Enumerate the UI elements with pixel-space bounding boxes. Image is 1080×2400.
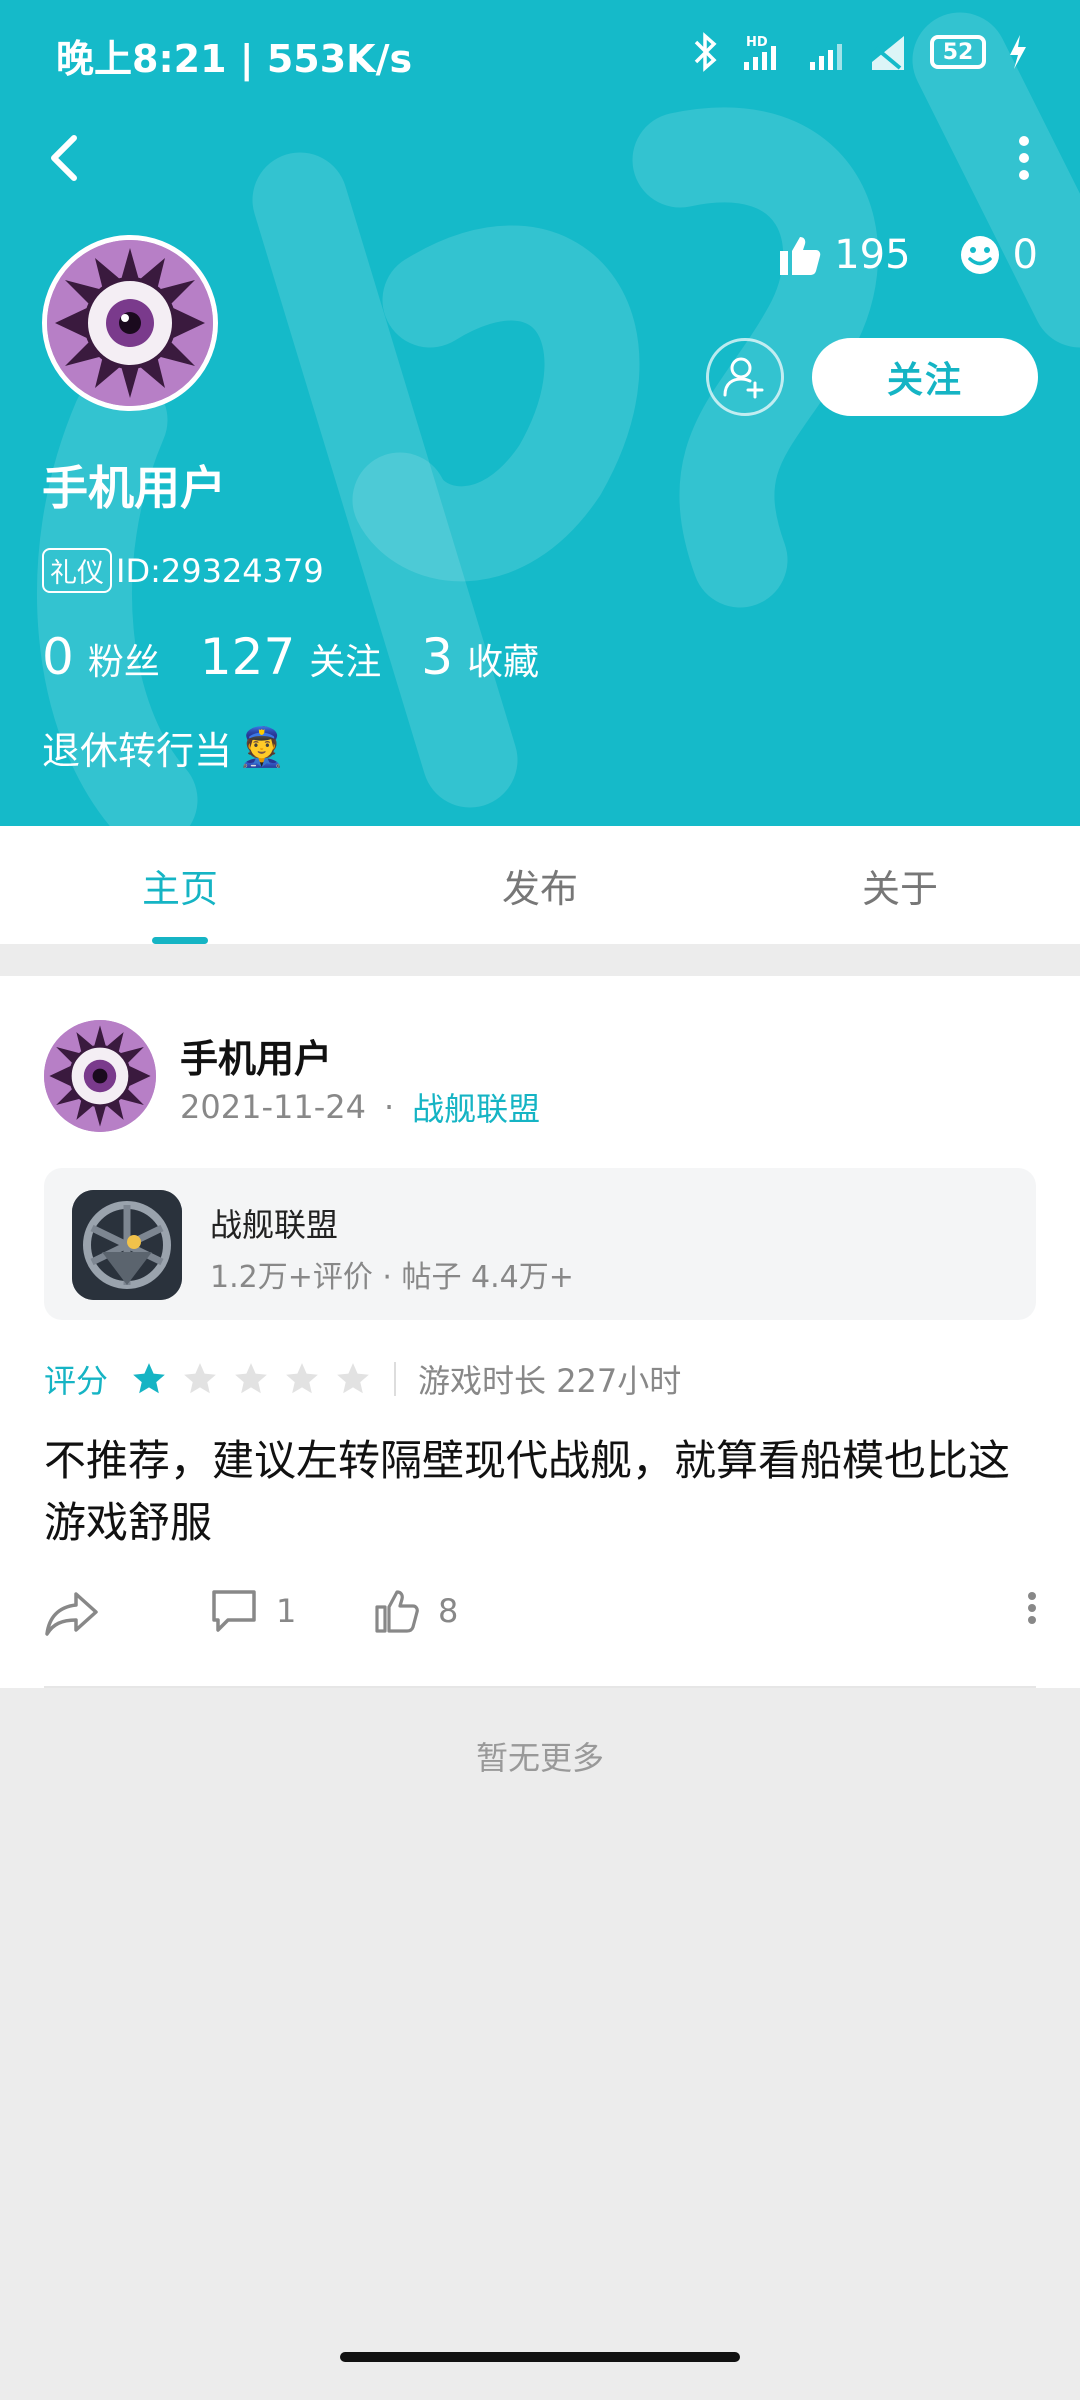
status-time: 晚上8:21 | 553K/s xyxy=(56,37,413,81)
more-vertical-icon[interactable] xyxy=(1004,128,1044,188)
star-empty-icon xyxy=(235,1363,267,1394)
profile-tabs: 主页 发布 关于 xyxy=(0,826,1080,944)
more-vertical-icon xyxy=(1028,1592,1036,1624)
like-count: 8 xyxy=(438,1592,459,1630)
post-more-button[interactable] xyxy=(1024,1588,1040,1628)
tab-about[interactable]: 关于 xyxy=(720,826,1080,944)
share-button[interactable] xyxy=(44,1588,100,1638)
profile-counts: 0 粉丝 127 关注 3 收藏 xyxy=(42,628,539,686)
game-info-card[interactable]: 战舰联盟 1.2万+评价 · 帖子 4.4万+ xyxy=(44,1168,1036,1320)
profile-id-row: 礼仪 ID:29324379 xyxy=(42,548,324,593)
game-name: 战舰联盟 xyxy=(210,1206,339,1244)
playtime: 游戏时长 227小时 xyxy=(418,1362,682,1400)
post-game-tag[interactable]: 战舰联盟 xyxy=(412,1084,540,1130)
thumbs-up-icon xyxy=(780,237,821,275)
comment-button[interactable]: 1 xyxy=(210,1588,296,1634)
card-divider xyxy=(44,1686,1036,1688)
smiles-count: 0 xyxy=(1012,232,1038,278)
eye-avatar-image xyxy=(44,1020,156,1132)
rating-row: 评分 游戏时长 227小时 xyxy=(44,1356,681,1402)
profile-username: 手机用户 xyxy=(42,461,226,515)
star-filled-icon xyxy=(133,1363,165,1394)
rating-divider xyxy=(394,1362,397,1396)
add-user-icon xyxy=(723,357,764,399)
tab-home[interactable]: 主页 xyxy=(0,826,360,944)
follow-button[interactable]: 关注 xyxy=(812,338,1038,416)
meta-dot: · xyxy=(383,1088,395,1126)
following-count[interactable]: 127 关注 xyxy=(200,628,381,686)
police-emoji: 👮 xyxy=(238,725,286,769)
hd-signal-icon: HD xyxy=(744,35,776,70)
charging-icon xyxy=(1010,35,1026,69)
star-empty-icon xyxy=(286,1363,318,1394)
comment-icon xyxy=(212,1590,256,1632)
profile-top-stats: 195 0 xyxy=(778,232,1038,278)
user-id: ID:29324379 xyxy=(116,551,324,590)
user-badge[interactable]: 礼仪 xyxy=(42,548,112,593)
favorites-count[interactable]: 3 收藏 xyxy=(421,628,539,686)
like-button[interactable]: 8 xyxy=(374,1588,458,1634)
rating-label: 评分 xyxy=(44,1362,109,1400)
share-icon xyxy=(45,1592,98,1636)
rating-stars xyxy=(130,1360,372,1398)
add-friend-button[interactable] xyxy=(706,338,784,416)
post-date: 2021-11-24 xyxy=(180,1088,366,1126)
thumbs-up-outline-icon xyxy=(375,1590,419,1633)
profile-avatar[interactable] xyxy=(42,235,218,411)
eye-avatar-image xyxy=(47,240,213,406)
back-arrow-icon[interactable] xyxy=(36,128,96,188)
battery-icon: 52 xyxy=(930,35,986,69)
post-username[interactable]: 手机用户 xyxy=(180,1028,332,1083)
likes-count: 195 xyxy=(834,232,911,278)
post-avatar[interactable] xyxy=(44,1020,156,1132)
status-icons: HD 52 xyxy=(692,30,1028,74)
tab-active-indicator xyxy=(152,937,208,944)
top-nav xyxy=(0,118,1080,198)
game-icon xyxy=(72,1190,182,1300)
review-text[interactable]: 不推荐，建议左转隔壁现代战舰，就算看船模也比这游戏舒服 xyxy=(44,1430,1044,1554)
star-empty-icon xyxy=(337,1363,369,1394)
game-stats: 1.2万+评价 · 帖子 4.4万+ xyxy=(210,1260,574,1295)
svg-text:HD: HD xyxy=(746,35,768,50)
bio-text: 退休转行当 xyxy=(42,729,233,773)
signal-icon xyxy=(810,44,842,70)
smile-icon xyxy=(960,236,999,274)
no-more-text: 暂无更多 xyxy=(475,1739,604,1777)
post-actions: 1 8 xyxy=(44,1588,1040,1654)
star-empty-icon xyxy=(184,1363,216,1394)
bluetooth-icon xyxy=(694,32,717,72)
comment-count: 1 xyxy=(276,1592,297,1630)
wifi-icon xyxy=(872,36,904,70)
status-bar: 晚上8:21 | 553K/s HD 52 xyxy=(0,0,1080,104)
likes-stat[interactable]: 195 xyxy=(778,232,911,278)
profile-header: 晚上8:21 | 553K/s HD 52 195 0 关注 手机用户 礼仪 I… xyxy=(0,0,1080,826)
post-meta: 2021-11-24 · 战舰联盟 xyxy=(180,1084,540,1130)
review-card[interactable]: 手机用户 2021-11-24 · 战舰联盟 战舰联盟 1.2万+评价 · 帖子… xyxy=(0,976,1080,1688)
tab-posts[interactable]: 发布 xyxy=(360,826,720,944)
warship-game-logo xyxy=(72,1190,182,1300)
profile-bio: 退休转行当 👮 xyxy=(42,720,285,775)
followers-count[interactable]: 0 粉丝 xyxy=(42,628,160,686)
follow-row: 关注 xyxy=(706,338,1038,416)
home-indicator[interactable] xyxy=(340,2352,740,2362)
smiles-stat[interactable]: 0 xyxy=(959,232,1038,278)
